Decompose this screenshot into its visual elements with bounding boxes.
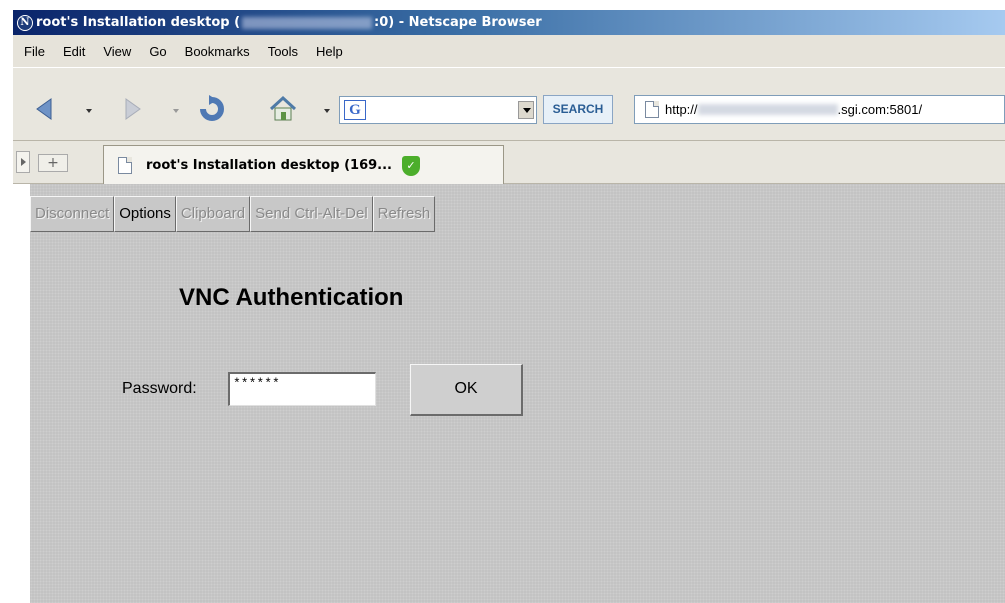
- forward-dropdown-icon[interactable]: [173, 109, 179, 113]
- clipboard-button[interactable]: Clipboard: [175, 196, 251, 232]
- netscape-logo-icon: N: [17, 14, 33, 31]
- menu-help[interactable]: Help: [307, 44, 352, 59]
- url-suffix: .sgi.com:5801/: [837, 102, 923, 117]
- options-button[interactable]: Options: [114, 196, 176, 232]
- address-bar[interactable]: http:// .sgi.com:5801/: [634, 95, 1005, 124]
- back-arrow-icon[interactable]: [31, 95, 59, 123]
- ok-button[interactable]: OK: [410, 364, 523, 416]
- home-dropdown-icon[interactable]: [324, 109, 330, 113]
- redacted-host: [697, 104, 838, 115]
- redacted-ip: [242, 16, 373, 29]
- password-field[interactable]: ******: [228, 372, 376, 406]
- vnc-toolbar: Disconnect Options Clipboard Send Ctrl-A…: [30, 196, 436, 232]
- vnc-applet: Disconnect Options Clipboard Send Ctrl-A…: [30, 184, 1005, 603]
- window-title-suffix: :0) - Netscape Browser: [374, 15, 542, 30]
- password-label: Password:: [122, 380, 197, 397]
- tab-vnc-desktop[interactable]: root's Installation desktop (169... ✓: [103, 145, 504, 185]
- window-title-bar: N root's Installation desktop ( :0) - Ne…: [13, 10, 1005, 35]
- search-engine-icon: G: [344, 100, 366, 120]
- tab-bar: + root's Installation desktop (169... ✓: [13, 141, 1005, 185]
- page-content: Disconnect Options Clipboard Send Ctrl-A…: [13, 184, 1005, 603]
- new-tab-button[interactable]: +: [38, 154, 68, 172]
- menu-tools[interactable]: Tools: [259, 44, 307, 59]
- page-icon: [118, 157, 132, 174]
- refresh-button[interactable]: Refresh: [372, 196, 436, 232]
- home-icon[interactable]: [267, 93, 299, 125]
- menu-view[interactable]: View: [94, 44, 140, 59]
- reload-icon[interactable]: [196, 93, 228, 125]
- send-ctrl-alt-del-button[interactable]: Send Ctrl-Alt-Del: [250, 196, 373, 232]
- menu-go[interactable]: Go: [140, 44, 175, 59]
- auth-heading: VNC Authentication: [179, 284, 404, 311]
- menu-bar: File Edit View Go Bookmarks Tools Help: [13, 35, 1005, 67]
- page-icon: [645, 101, 659, 118]
- security-shield-icon: ✓: [402, 155, 420, 176]
- search-engine-select[interactable]: G: [339, 96, 537, 124]
- forward-arrow-icon[interactable]: [118, 95, 146, 123]
- url-prefix: http://: [665, 102, 698, 117]
- navigation-toolbar: G SEARCH http:// .sgi.com:5801/: [13, 67, 1005, 141]
- menu-edit[interactable]: Edit: [54, 44, 94, 59]
- search-dropdown-button[interactable]: [518, 101, 534, 119]
- tab-label: root's Installation desktop (169...: [146, 158, 392, 173]
- disconnect-button[interactable]: Disconnect: [30, 196, 115, 232]
- tab-scroll-icon[interactable]: [16, 151, 30, 173]
- search-button[interactable]: SEARCH: [543, 95, 613, 124]
- back-dropdown-icon[interactable]: [86, 109, 92, 113]
- menu-file[interactable]: File: [15, 44, 54, 59]
- window-title-prefix: root's Installation desktop (: [36, 15, 241, 30]
- menu-bookmarks[interactable]: Bookmarks: [176, 44, 259, 59]
